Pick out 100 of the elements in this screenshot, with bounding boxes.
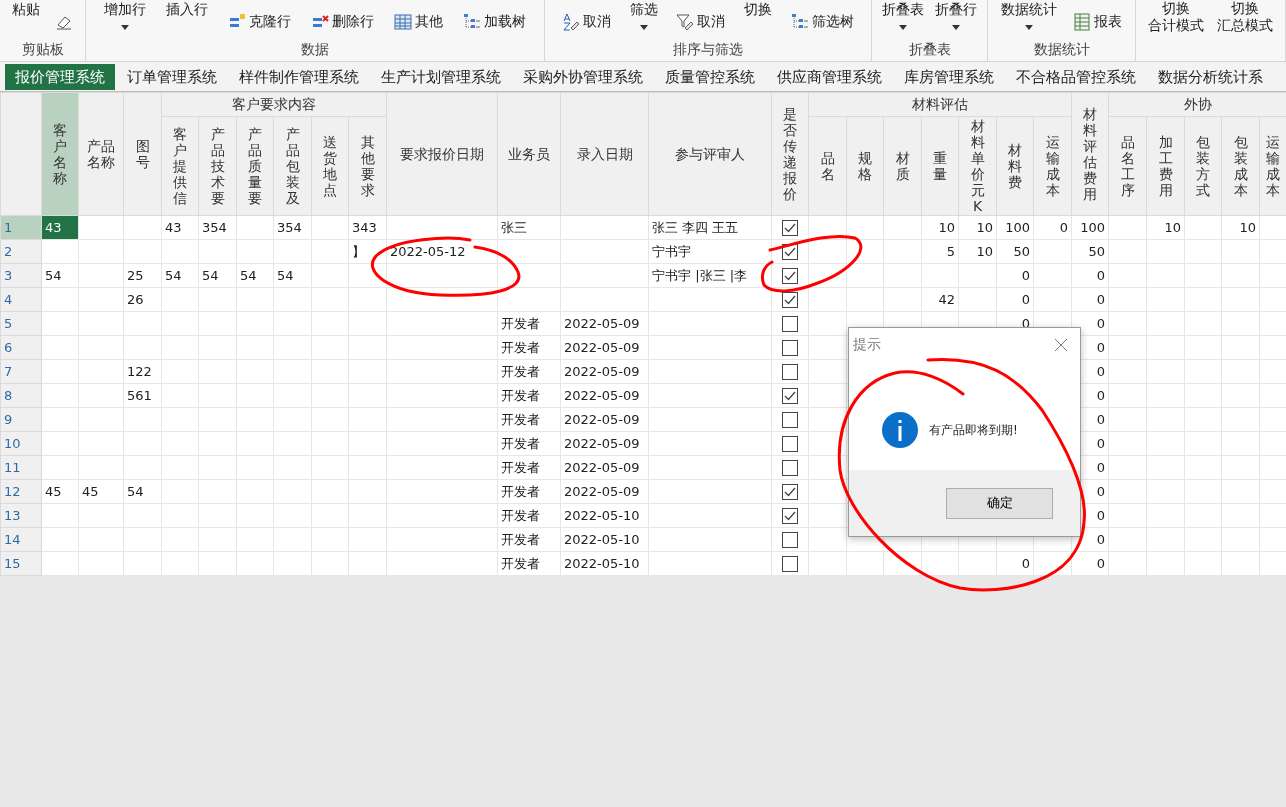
checkbox[interactable] [782,291,799,308]
sheet-tab[interactable]: 不合格品管控系统 [1006,64,1146,90]
row-number[interactable]: 7 [0,359,42,384]
column-header[interactable]: 产品包装及 [273,116,312,216]
tree-icon [791,13,810,31]
column-header[interactable]: 产品名称 [78,92,124,216]
column-header[interactable]: 是否传递报价 [771,92,809,216]
column-header[interactable]: 业务员 [497,92,561,216]
table-cell: 54 [161,263,199,288]
column-header[interactable]: 录入日期 [560,92,649,216]
column-header[interactable]: 要求报价日期 [386,92,498,216]
column-header[interactable]: 图号 [123,92,162,216]
ribbon-button[interactable]: 粘贴 [10,0,43,19]
checkbox[interactable] [782,555,799,572]
column-header[interactable]: 产品质量要 [236,116,274,216]
column-header[interactable]: 运输成本 [1259,116,1286,216]
column-header[interactable]: 加工费用 [1146,116,1185,216]
column-header[interactable]: 其他要求 [348,116,387,216]
table-cell: 张三 [497,215,561,240]
checkbox[interactable] [782,459,799,476]
row-number[interactable]: 11 [0,455,42,480]
ribbon-button[interactable]: 加载树 [461,13,528,31]
close-icon[interactable] [1054,338,1068,352]
ribbon-button[interactable]: 其他 [392,13,445,31]
table-cell: 561 [123,383,162,408]
checkbox[interactable] [782,387,799,404]
ribbon-button[interactable]: 数据统计 [999,0,1060,30]
sheet-tab[interactable]: 订单管理系统 [117,64,227,90]
column-header[interactable]: 客户提供信 [161,116,199,216]
column-header[interactable]: 产品技术要 [198,116,237,216]
column-header[interactable]: 包装方式 [1184,116,1222,216]
ribbon-button[interactable]: 克隆行 [226,13,293,31]
checkbox[interactable] [782,315,799,332]
checkbox[interactable] [782,483,799,500]
checkbox[interactable] [782,435,799,452]
row-number[interactable]: 2 [0,239,42,264]
table-icon [394,13,412,31]
checkbox[interactable] [782,507,799,524]
column-header[interactable]: 送货地点 [311,116,349,216]
column-header[interactable]: 运输成本 [1033,116,1072,216]
column-header[interactable]: 参与评审人 [648,92,772,216]
row-number[interactable]: 15 [0,551,42,576]
sheet-tab[interactable]: 样件制作管理系统 [229,64,369,90]
ribbon-button[interactable]: 报表 [1070,13,1124,31]
ribbon-button[interactable]: 增加行 [102,0,148,30]
table-cell: 50 [996,239,1034,264]
table-cell: 0 [1071,263,1109,288]
ribbon-button[interactable]: 切换 合计模式 [1145,0,1206,34]
sheet-tab[interactable]: 质量管控系统 [655,64,765,90]
row-number[interactable]: 6 [0,335,42,360]
table-cell: 2022-05-09 [560,335,649,360]
dialog-message: 有产品即将到期! [929,421,1018,439]
ribbon-button[interactable]: 取消 [674,13,728,31]
row-number[interactable]: 9 [0,407,42,432]
row-number[interactable]: 5 [0,311,42,336]
column-header[interactable]: 材料单价元K [958,116,997,216]
column-header[interactable]: 材质 [883,116,922,216]
column-header[interactable]: 材料评估费用 [1071,92,1109,216]
row-number[interactable]: 8 [0,383,42,408]
ok-button[interactable]: 确定 [946,487,1053,519]
sheet-tab[interactable]: 库房管理系统 [894,64,1004,90]
column-header[interactable]: 规格 [846,116,884,216]
ribbon-button[interactable]: 筛选树 [789,13,857,31]
row-number[interactable]: 1 [0,215,42,240]
column-header[interactable]: 品名工序 [1108,116,1147,216]
sheet-tab[interactable]: 报价管理系统 [5,64,115,90]
table-cell: 2022-05-09 [560,479,649,504]
sheet-tab[interactable]: 供应商管理系统 [767,64,892,90]
table-cell: 10 [958,215,997,240]
row-number[interactable]: 3 [0,263,42,288]
column-header[interactable]: 重量 [921,116,959,216]
column-header[interactable]: 客户名称 [41,92,79,216]
sheet-tab[interactable]: 生产计划管理系统 [371,64,511,90]
row-number[interactable]: 12 [0,479,42,504]
row-number[interactable]: 10 [0,431,42,456]
ribbon-button[interactable]: 筛选 [627,0,660,30]
column-header[interactable]: 品名 [808,116,847,216]
table-cell: 45 [41,479,79,504]
checkbox[interactable] [782,339,799,356]
ribbon-button[interactable]: 折叠表 [879,0,926,30]
ribbon-button[interactable]: 折叠行 [933,0,980,30]
checkbox[interactable] [782,267,799,284]
row-number[interactable]: 4 [0,287,42,312]
sheet-tab[interactable]: 采购外协管理系统 [513,64,653,90]
ribbon-button[interactable]: 切换 汇总模式 [1215,0,1276,34]
column-header[interactable]: 包装成本 [1221,116,1260,216]
table-cell: 开发者 [497,359,561,384]
column-header[interactable]: 材料费 [996,116,1034,216]
checkbox[interactable] [782,363,799,380]
ribbon-button[interactable]: 删除行 [309,13,376,31]
sheet-tab[interactable]: 数据分析统计系 [1148,64,1273,90]
row-number[interactable]: 13 [0,503,42,528]
checkbox[interactable] [782,411,799,428]
checkbox[interactable] [782,219,799,236]
row-number[interactable]: 14 [0,527,42,552]
ribbon-button[interactable]: 切换 [742,0,775,19]
table-cell: 2022-05-12 [386,239,498,264]
ribbon-button[interactable]: 取消 [559,13,613,31]
ribbon-button[interactable]: 插入行 [164,0,210,19]
checkbox[interactable] [782,531,799,548]
